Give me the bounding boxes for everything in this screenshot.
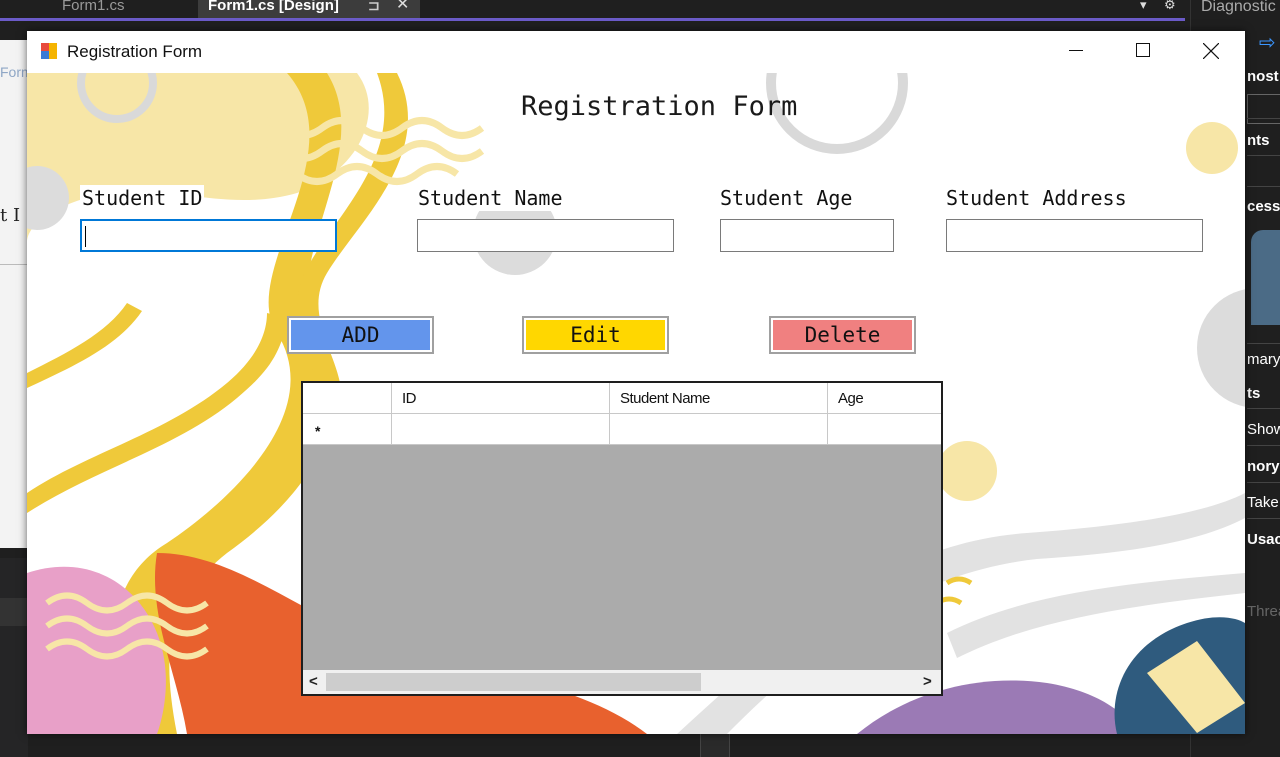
registration-window: Registration Form Registration Form Stud…: [27, 31, 1245, 734]
divider: [0, 264, 28, 265]
pin-icon[interactable]: ⊐: [368, 0, 380, 12]
diagnostics-item: nts: [1247, 132, 1270, 149]
minimize-icon: [1069, 50, 1083, 51]
ide-designer-label: t I: [0, 205, 21, 226]
divider: [1247, 482, 1280, 483]
grid-cell-age[interactable]: [828, 414, 941, 445]
add-button[interactable]: ADD: [287, 316, 434, 354]
close-icon: [1203, 43, 1219, 59]
ide-tab-label: Form1.cs [Design]: [208, 0, 339, 14]
student-age-input[interactable]: [720, 219, 894, 252]
divider: [1247, 118, 1280, 119]
diagnostics-item: nost: [1247, 68, 1279, 85]
diagnostics-item[interactable]: Show: [1247, 421, 1280, 438]
grid-column-student-name[interactable]: Student Name: [610, 383, 828, 414]
ide-output-strip: [0, 598, 28, 626]
student-name-label: Student Name: [416, 185, 565, 211]
diagnostics-item[interactable]: Take: [1247, 494, 1279, 511]
grid-header-row: ID Student Name Age: [303, 383, 941, 414]
diagnostics-tab[interactable]: mary: [1247, 351, 1280, 368]
window-title: Registration Form: [67, 42, 203, 61]
grid-column-id[interactable]: ID: [392, 383, 610, 414]
diagnostics-item: ts: [1247, 385, 1261, 402]
maximize-button[interactable]: [1110, 31, 1176, 71]
students-data-grid[interactable]: ID Student Name Age * < >: [301, 381, 943, 696]
grid-cell-id[interactable]: [392, 414, 610, 445]
student-address-input[interactable]: [946, 219, 1203, 252]
ide-splitter[interactable]: [700, 734, 730, 757]
diagnostics-title: Diagnostic: [1201, 0, 1276, 15]
dropdown-icon[interactable]: ▾: [1140, 0, 1147, 12]
ide-tab-form1-cs[interactable]: Form1.cs: [52, 0, 197, 20]
scrollbar-thumb[interactable]: [326, 673, 701, 691]
divider: [1247, 445, 1280, 446]
student-age-label: Student Age: [718, 185, 855, 211]
scroll-left-icon[interactable]: <: [309, 673, 318, 690]
edit-button[interactable]: Edit: [522, 316, 669, 354]
divider: [1247, 186, 1280, 187]
text-caret: [85, 226, 86, 247]
diagnostics-item: nory: [1247, 458, 1280, 475]
row-header-cell[interactable]: *: [303, 414, 392, 445]
ide-tab-label: Form1.cs: [62, 0, 125, 14]
new-row-marker: *: [315, 423, 320, 439]
ide-designer-panel: Form t I: [0, 40, 33, 548]
delete-button[interactable]: Delete: [769, 316, 916, 354]
diagnostics-item: cess: [1247, 198, 1280, 215]
divider: [1247, 408, 1280, 409]
student-id-label: Student ID: [80, 185, 205, 211]
app-icon: [41, 43, 57, 59]
grid-cell-student-name[interactable]: [610, 414, 828, 445]
maximize-icon: [1136, 43, 1150, 57]
divider: [1247, 518, 1280, 519]
divider: [1247, 343, 1280, 344]
close-button[interactable]: [1177, 31, 1243, 71]
close-tab-icon[interactable]: ✕: [396, 0, 409, 13]
diagnostics-item: Usac: [1247, 531, 1280, 548]
student-id-input[interactable]: [80, 219, 337, 252]
gear-icon[interactable]: ⚙: [1164, 0, 1176, 12]
grid-row-header-column[interactable]: [303, 383, 392, 414]
form-heading: Registration Form: [521, 91, 798, 122]
exit-icon[interactable]: ⇨: [1259, 30, 1276, 54]
window-titlebar[interactable]: Registration Form: [27, 31, 1245, 73]
horizontal-scrollbar[interactable]: < >: [303, 670, 941, 694]
student-name-input[interactable]: [417, 219, 674, 252]
minimize-button[interactable]: [1043, 31, 1109, 71]
divider: [1247, 155, 1280, 156]
diagnostics-item: Threa: [1247, 603, 1280, 620]
diagnostics-box: [1247, 94, 1280, 124]
ide-tab-form1-design[interactable]: Form1.cs [Design] ⊐ ✕: [198, 0, 420, 20]
ide-tab-accent: [0, 18, 1185, 21]
process-memory-graph: [1251, 230, 1280, 325]
grid-column-age[interactable]: Age: [828, 383, 941, 414]
form-client-area: Registration Form Student ID Student Nam…: [27, 73, 1245, 734]
scroll-right-icon[interactable]: >: [923, 673, 932, 690]
ide-output-panel: [0, 558, 28, 757]
table-row[interactable]: *: [303, 414, 941, 445]
student-address-label: Student Address: [944, 185, 1129, 211]
ide-tab-bar: Form1.cs Form1.cs [Design] ⊐ ✕ ▾ ⚙: [0, 0, 1190, 20]
